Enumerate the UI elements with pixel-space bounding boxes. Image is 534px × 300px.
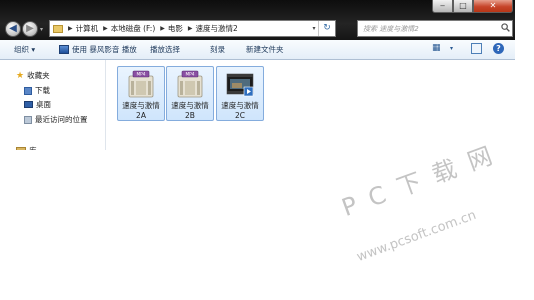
recent-places-icon bbox=[24, 115, 32, 124]
open-with-button[interactable]: 使用 暴风影音 播放 bbox=[59, 44, 137, 55]
view-options-dropdown-icon[interactable]: ▾ bbox=[450, 45, 453, 52]
file-name: 速度与激情 bbox=[122, 101, 160, 110]
nav-item-label: 收藏夹 bbox=[27, 71, 50, 80]
breadcrumb-computer[interactable]: 计算机 bbox=[76, 23, 99, 34]
help-icon[interactable]: ? bbox=[493, 43, 504, 54]
file-name: 速度与激情 bbox=[171, 101, 209, 110]
nav-item-desktop[interactable]: 桌面 bbox=[24, 99, 51, 110]
organize-button[interactable]: 组织 ▾ bbox=[14, 44, 35, 55]
breadcrumb-movies[interactable]: 电影 bbox=[168, 23, 183, 34]
file-item[interactable]: 速度与激情 2C bbox=[216, 66, 264, 121]
explorer-window: ‒ □ ✕ ◀ ▶ ▾ ▶ 计算机 ▶ 本地磁盘 (F:) ▶ 电影 ▶ 速度与… bbox=[0, 0, 515, 150]
file-name: 速度与激情 bbox=[221, 101, 259, 110]
burn-button[interactable]: 刻录 bbox=[210, 44, 225, 55]
caption-buttons: ‒ □ ✕ bbox=[432, 0, 513, 13]
maximize-button[interactable]: □ bbox=[453, 0, 473, 13]
open-with-label: 使用 暴风影音 播放 bbox=[72, 45, 137, 54]
file-name-suffix: 2B bbox=[185, 111, 195, 120]
file-item[interactable]: MP4 速度与激情 2B bbox=[166, 66, 214, 121]
refresh-icon[interactable]: ↻ bbox=[318, 21, 335, 36]
file-name-suffix: 2A bbox=[136, 111, 146, 120]
search-box[interactable]: 搜索 速度与激情2 bbox=[357, 20, 513, 37]
breadcrumb-current-folder[interactable]: 速度与激情2 bbox=[196, 23, 238, 34]
star-icon: ★ bbox=[16, 70, 25, 81]
file-item[interactable]: MP4 速度与激情 2A bbox=[117, 66, 165, 121]
forward-button[interactable]: ▶ bbox=[22, 21, 38, 37]
breadcrumb-separator[interactable]: ▶ bbox=[68, 25, 73, 32]
recent-pages-dropdown[interactable]: ▾ bbox=[40, 26, 43, 33]
command-bar: 组织 ▾ 使用 暴风影音 播放 播放选择 刻录 新建文件夹 ▦ ▾ ? bbox=[0, 40, 515, 60]
nav-item-label: 桌面 bbox=[36, 100, 51, 109]
breadcrumb-separator[interactable]: ▶ bbox=[160, 25, 165, 32]
folder-icon bbox=[53, 24, 63, 33]
new-folder-button[interactable]: 新建文件夹 bbox=[246, 44, 284, 55]
address-bar[interactable]: ▶ 计算机 ▶ 本地磁盘 (F:) ▶ 电影 ▶ 速度与激情2 ▾ ↻ bbox=[49, 20, 336, 37]
breadcrumb-drive[interactable]: 本地磁盘 (F:) bbox=[111, 23, 156, 34]
mp4-badge: MP4 bbox=[185, 72, 194, 78]
file-name-suffix: 2C bbox=[234, 111, 245, 120]
preview-pane-icon[interactable] bbox=[471, 43, 482, 54]
nav-item-favorites[interactable]: ★ 收藏夹 bbox=[16, 70, 50, 81]
downloads-folder-icon bbox=[24, 86, 32, 95]
nav-item-label: 下载 bbox=[35, 86, 50, 95]
change-view-icon[interactable]: ▦ bbox=[432, 43, 441, 53]
nav-item-recent-places[interactable]: 最近访问的位置 bbox=[24, 114, 88, 125]
search-icon[interactable] bbox=[498, 22, 512, 35]
desktop-icon bbox=[24, 101, 33, 108]
breadcrumb-separator[interactable]: ▶ bbox=[188, 25, 193, 32]
nav-item-label: 最近访问的位置 bbox=[35, 115, 88, 124]
video-thumbnail-icon bbox=[226, 73, 254, 97]
play-selection-button[interactable]: 播放选择 bbox=[150, 44, 180, 55]
mp4-badge: MP4 bbox=[136, 72, 145, 78]
navigation-pane: ★ 收藏夹 下载 桌面 最近访问的位置 库 bbox=[0, 60, 106, 150]
media-player-icon bbox=[59, 45, 69, 54]
explorer-content: ★ 收藏夹 下载 桌面 最近访问的位置 库 bbox=[0, 60, 515, 150]
mp4-file-icon: MP4 bbox=[177, 70, 203, 98]
search-input[interactable]: 搜索 速度与激情2 bbox=[358, 24, 498, 34]
close-button[interactable]: ✕ bbox=[473, 0, 513, 13]
breadcrumb-separator[interactable]: ▶ bbox=[103, 25, 108, 32]
minimize-button[interactable]: ‒ bbox=[432, 0, 453, 13]
back-button[interactable]: ◀ bbox=[5, 21, 21, 37]
title-bar: ‒ □ ✕ ◀ ▶ ▾ ▶ 计算机 ▶ 本地磁盘 (F:) ▶ 电影 ▶ 速度与… bbox=[0, 0, 515, 40]
address-dropdown-icon[interactable]: ▾ bbox=[310, 25, 318, 32]
nav-item-downloads[interactable]: 下载 bbox=[24, 85, 50, 96]
mp4-file-icon: MP4 bbox=[128, 70, 154, 98]
